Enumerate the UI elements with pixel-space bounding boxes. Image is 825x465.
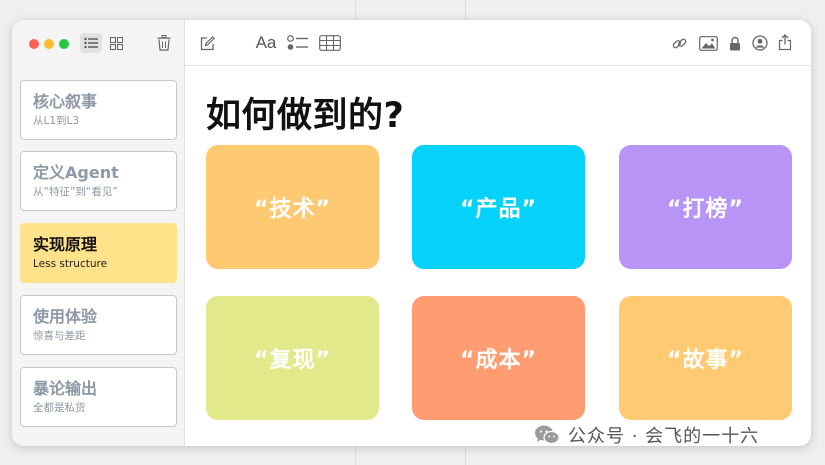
- note-item-implementation[interactable]: 实现原理 Less structure: [20, 223, 177, 283]
- watermark-text: 公众号 · 会飞的一十六: [568, 426, 760, 447]
- note-subtitle: Less structure: [33, 258, 108, 270]
- sidebar-toolbar: [12, 20, 185, 66]
- table-icon[interactable]: [318, 33, 342, 53]
- topic-card-story: “故事”: [619, 296, 792, 420]
- note-title: 暴论输出: [33, 379, 98, 398]
- collaborate-icon[interactable]: [750, 33, 770, 53]
- note-title: 核心叙事: [33, 92, 98, 111]
- topic-card-cost: “成本”: [412, 296, 585, 420]
- topic-card-reproduce: “复现”: [206, 296, 379, 420]
- watermark: 公众号 · 会飞的一十六: [534, 422, 759, 448]
- note-item-define-agent[interactable]: 定义Agent 从“特征”到“看见”: [20, 151, 177, 211]
- note-subtitle: 全都是私货: [33, 402, 86, 414]
- note-title: 使用体验: [33, 307, 98, 326]
- topic-card-product: “产品”: [412, 145, 585, 269]
- lock-icon[interactable]: [726, 33, 744, 53]
- topic-card-leaderboard: “打榜”: [619, 145, 792, 269]
- note-subtitle: 惊喜与差距: [33, 330, 86, 342]
- zoom-window-button[interactable]: [59, 39, 69, 49]
- close-window-button[interactable]: [29, 39, 39, 49]
- link-icon[interactable]: [669, 33, 689, 53]
- format-icon[interactable]: Aa: [254, 32, 278, 54]
- compose-icon[interactable]: [198, 33, 216, 53]
- share-icon[interactable]: [775, 32, 795, 52]
- page-title: 如何做到的?: [206, 96, 405, 136]
- grid-view-icon[interactable]: [107, 33, 125, 53]
- image-icon[interactable]: [697, 33, 719, 53]
- topic-card-tech: “技术”: [206, 145, 379, 269]
- wechat-icon: [534, 424, 560, 446]
- note-title: 实现原理: [33, 235, 98, 254]
- editor-toolbar: Aa: [185, 20, 811, 66]
- note-item-core-narrative[interactable]: 核心叙事 从L1到L3: [20, 80, 177, 140]
- note-title: 定义Agent: [33, 163, 119, 182]
- checklist-icon[interactable]: [286, 33, 310, 53]
- minimize-window-button[interactable]: [44, 39, 54, 49]
- trash-icon[interactable]: [155, 33, 173, 53]
- sidebar: 核心叙事 从L1到L3 定义Agent 从“特征”到“看见” 实现原理 Less…: [12, 20, 185, 446]
- note-item-experience[interactable]: 使用体验 惊喜与差距: [20, 295, 177, 355]
- note-subtitle: 从“特征”到“看见”: [33, 186, 118, 198]
- note-item-hot-takes[interactable]: 暴论输出 全都是私货: [20, 367, 177, 427]
- note-subtitle: 从L1到L3: [33, 115, 80, 127]
- list-view-icon[interactable]: [80, 33, 102, 53]
- notes-window: 核心叙事 从L1到L3 定义Agent 从“特征”到“看见” 实现原理 Less…: [12, 20, 811, 446]
